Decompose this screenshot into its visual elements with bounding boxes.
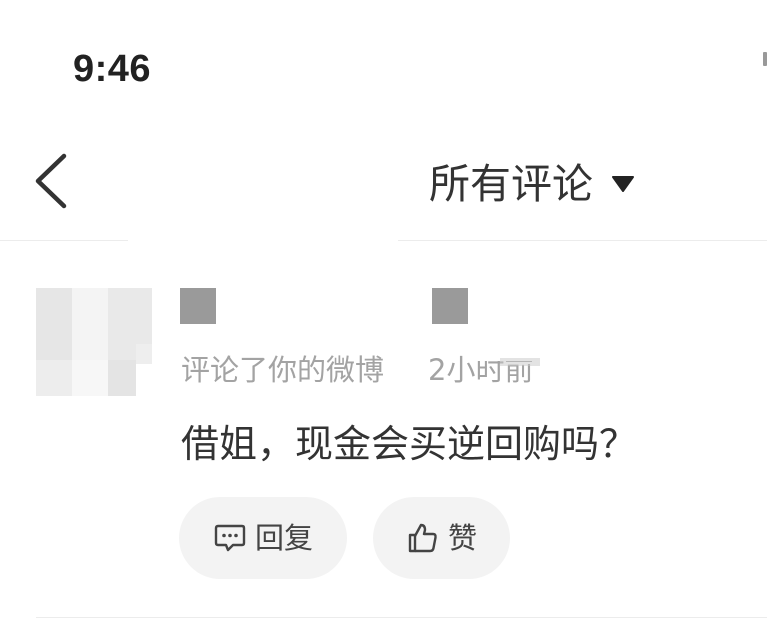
avatar[interactable] [36, 288, 152, 396]
status-bar: 9:46 [0, 0, 767, 110]
status-time: 9:46 [73, 48, 152, 90]
redacted-badge [432, 288, 468, 324]
like-label: 赞 [447, 521, 477, 555]
redacted-area [128, 130, 398, 242]
redacted-username [180, 288, 216, 324]
thumbs-up-icon [408, 523, 437, 553]
nav-bar: 所有评论 [0, 130, 767, 242]
comment-filter-dropdown[interactable]: 所有评论 [429, 156, 635, 212]
reply-button[interactable]: 回复 [179, 497, 347, 579]
status-indicator-icon [763, 52, 767, 66]
back-button[interactable] [30, 152, 74, 210]
redaction-strip [500, 358, 540, 366]
reply-label: 回复 [254, 521, 313, 555]
divider [36, 617, 767, 618]
chevron-left-icon [35, 153, 67, 209]
page-title: 所有评论 [429, 160, 593, 208]
comments-screen: 9:46 所有评论 评论了你的微博 2小时前 借姐，现金会买逆回购吗？ 回复 赞 [0, 0, 767, 633]
caret-down-icon [612, 176, 634, 192]
comment-action-text: 评论了你的微博 [181, 353, 385, 387]
like-button[interactable]: 赞 [373, 497, 510, 579]
comment-reply-icon [214, 524, 246, 552]
comment-text: 借姐，现金会买逆回购吗？ [181, 422, 638, 466]
